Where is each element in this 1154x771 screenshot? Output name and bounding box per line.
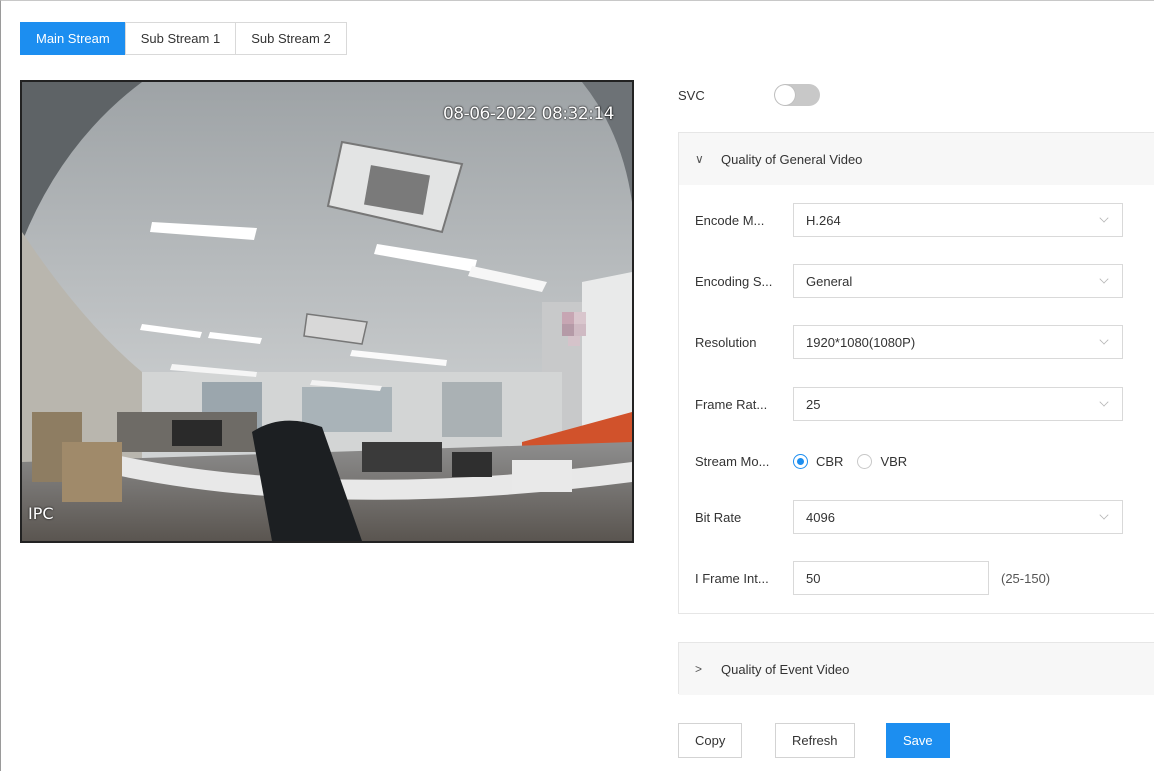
i-frame-interval-range: (25-150) <box>1001 570 1051 586</box>
encode-mode-select[interactable]: H.264 <box>793 203 1123 237</box>
general-video-section-header[interactable]: ∨ Quality of General Video <box>679 133 1154 185</box>
encoding-strategy-label: Encoding S... <box>695 273 773 289</box>
chevron-down-icon: ∨ <box>695 152 704 166</box>
channel-label-overlay: IPC <box>28 504 54 523</box>
tab-sub-stream-2[interactable]: Sub Stream 2 <box>235 22 347 55</box>
chevron-down-icon <box>1099 213 1109 223</box>
bit-rate-row: Bit Rate 4096 <box>695 500 1123 534</box>
resolution-label: Resolution <box>695 334 757 350</box>
vbr-radio-option[interactable]: VBR <box>857 453 908 469</box>
cbr-radio-option[interactable]: CBR <box>793 453 844 469</box>
i-frame-interval-label: I Frame Int... <box>695 570 769 586</box>
copy-button[interactable]: Copy <box>678 723 743 758</box>
refresh-button[interactable]: Refresh <box>775 723 855 758</box>
cbr-radio[interactable] <box>793 453 808 469</box>
chevron-down-icon <box>1099 510 1109 520</box>
stream-mode-row: Stream Mo... CBR VBR <box>695 444 921 478</box>
chevron-down-icon <box>1099 274 1109 284</box>
toggle-knob <box>775 85 795 105</box>
stream-mode-label: Stream Mo... <box>695 453 770 469</box>
resolution-select[interactable]: 1920*1080(1080P) <box>793 325 1123 359</box>
encode-mode-row: Encode M... H.264 <box>695 203 1123 237</box>
general-video-section-title: Quality of General Video <box>721 151 863 167</box>
encode-mode-value: H.264 <box>806 212 841 228</box>
bit-rate-value: 4096 <box>806 509 835 525</box>
event-video-section-title: Quality of Event Video <box>721 661 850 677</box>
tab-main-stream[interactable]: Main Stream <box>20 22 126 55</box>
tab-sub-stream-1[interactable]: Sub Stream 1 <box>124 22 237 55</box>
general-video-section: ∨ Quality of General Video Encode M... H… <box>678 132 1154 614</box>
resolution-value: 1920*1080(1080P) <box>806 334 916 350</box>
vbr-radio[interactable] <box>857 453 873 469</box>
bit-rate-select[interactable]: 4096 <box>793 500 1123 534</box>
encode-mode-label: Encode M... <box>695 212 765 228</box>
chevron-down-icon <box>1099 335 1109 345</box>
timestamp-overlay: 08-06-2022 08:32:14 <box>442 104 615 124</box>
camera-scene-image <box>22 82 632 541</box>
svc-row: SVC <box>678 82 820 108</box>
encoding-strategy-row: Encoding S... General <box>695 264 1123 298</box>
encoding-strategy-select[interactable]: General <box>793 264 1123 298</box>
svc-label: SVC <box>678 87 705 103</box>
chevron-right-icon: > <box>695 662 703 676</box>
chevron-down-icon <box>1099 397 1109 407</box>
save-button[interactable]: Save <box>886 723 950 758</box>
event-video-section-header[interactable]: > Quality of Event Video <box>679 643 1154 695</box>
video-preview: 08-06-2022 08:32:14 IPC <box>20 80 634 543</box>
cbr-label: CBR <box>816 453 844 469</box>
encoding-strategy-value: General <box>806 273 853 289</box>
frame-rate-value: 25 <box>806 396 821 412</box>
frame-rate-select[interactable]: 25 <box>793 387 1123 421</box>
i-frame-interval-row: I Frame Int... 50 (25-150) <box>695 561 1050 595</box>
frame-rate-label: Frame Rat... <box>695 396 768 412</box>
frame-rate-row: Frame Rat... 25 <box>695 387 1123 421</box>
bit-rate-label: Bit Rate <box>695 509 742 525</box>
event-video-section: > Quality of Event Video <box>678 642 1154 695</box>
i-frame-interval-value: 50 <box>806 570 821 586</box>
stream-tabs: Main Stream Sub Stream 1 Sub Stream 2 <box>20 22 347 55</box>
i-frame-interval-input[interactable]: 50 <box>793 561 989 595</box>
svc-toggle[interactable] <box>774 84 820 106</box>
vbr-label: VBR <box>880 453 908 469</box>
resolution-row: Resolution 1920*1080(1080P) <box>695 325 1123 359</box>
